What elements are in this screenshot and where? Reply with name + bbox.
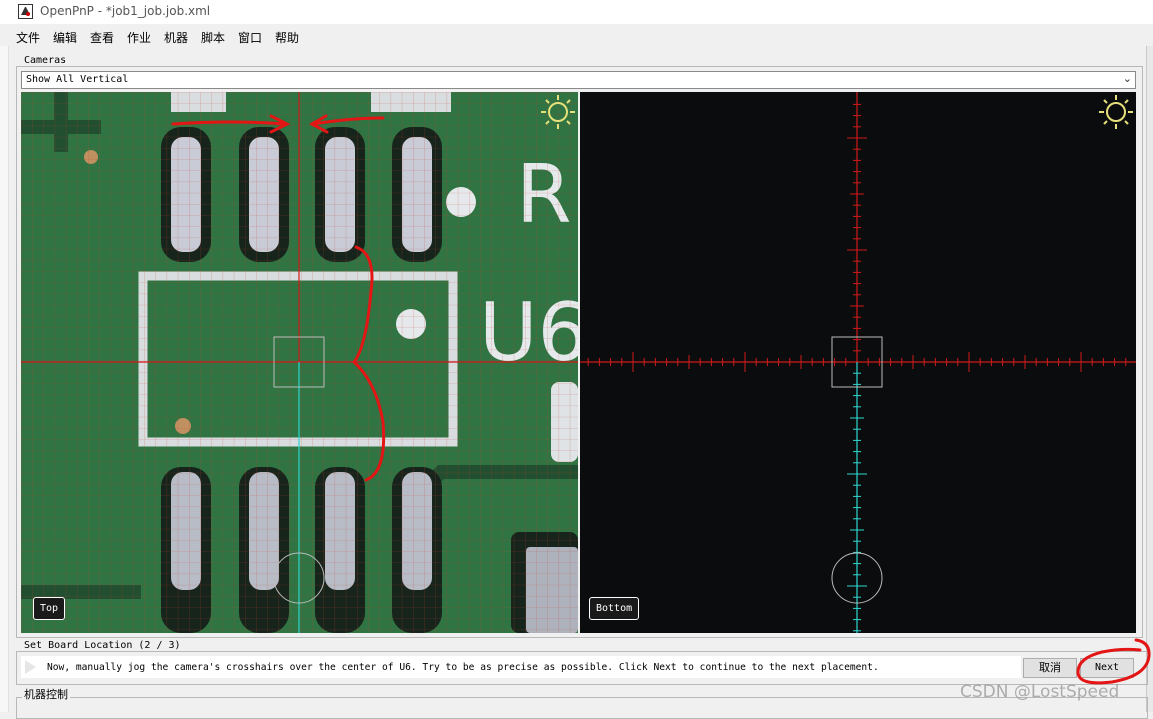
title-bar: OpenPnP - *job1_job.job.xml: [0, 0, 1153, 24]
menu-scripts[interactable]: 脚本: [201, 29, 225, 46]
bottom-camera-label: Bottom: [589, 597, 640, 620]
camera-view-mode-value: Show All Vertical: [26, 74, 129, 85]
bottom-camera-view[interactable]: Bottom: [580, 92, 1136, 633]
bottom-camera-image: [580, 92, 1136, 633]
menu-machine[interactable]: 机器: [164, 29, 188, 46]
openpnp-app-icon: [18, 4, 33, 19]
top-camera-image: RU6: [21, 92, 578, 633]
menu-edit[interactable]: 编辑: [53, 29, 77, 46]
next-button-annotation-circle: [1076, 638, 1151, 685]
window-title: OpenPnP - *job1_job.job.xml: [40, 4, 211, 18]
top-camera-label: Top: [33, 597, 66, 620]
csdn-watermark: CSDN @LostSpeed: [960, 682, 1120, 702]
chevron-down-icon: ⌄: [1122, 72, 1132, 85]
wizard-instruction-text: Now, manually jog the camera's crosshair…: [47, 662, 879, 673]
right-split-pane-divider[interactable]: [1146, 46, 1153, 712]
cancel-button[interactable]: 取消: [1023, 658, 1077, 678]
left-panel-edge: [0, 46, 9, 712]
machine-controls-title: 机器控制: [22, 686, 70, 702]
play-arrow-icon: [25, 660, 36, 674]
cameras-panel-title: Cameras: [22, 55, 69, 66]
wizard-panel-title: Set Board Location (2 / 3): [22, 640, 183, 651]
top-camera-view[interactable]: RU6 Top: [21, 92, 578, 633]
menu-window[interactable]: 窗口: [238, 29, 262, 46]
wizard-instruction-box: Now, manually jog the camera's crosshair…: [21, 656, 1021, 678]
menu-file[interactable]: 文件: [16, 29, 40, 46]
menu-view[interactable]: 查看: [90, 29, 114, 46]
menu-bar: 文件 编辑 查看 作业 机器 脚本 窗口 帮助: [0, 26, 1153, 46]
menu-help[interactable]: 帮助: [275, 29, 299, 46]
menu-job[interactable]: 作业: [127, 29, 151, 46]
camera-view-mode-select[interactable]: Show All Vertical ⌄: [21, 71, 1136, 89]
